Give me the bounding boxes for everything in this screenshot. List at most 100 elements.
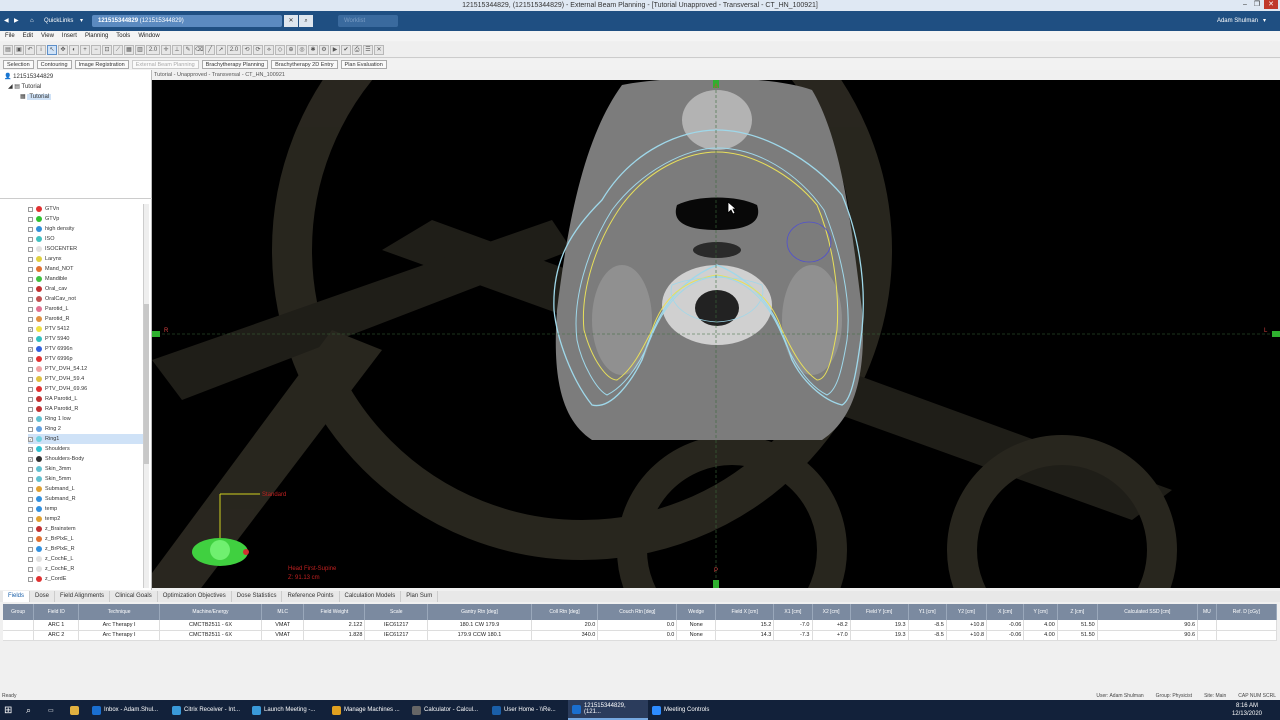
structure-row[interactable]: temp	[28, 504, 144, 514]
table-cell[interactable]: 19.3	[850, 620, 909, 631]
workspace-external-beam[interactable]: External Beam Planning	[131, 60, 199, 69]
structure-row[interactable]: Mandible	[28, 274, 144, 284]
menu-file[interactable]: File	[5, 31, 15, 41]
structure-visibility-checkbox[interactable]	[28, 496, 33, 502]
quicklinks-button[interactable]: QuickLinks	[44, 15, 73, 27]
table-cell[interactable]: 179.9 CCW 180.1	[427, 630, 532, 641]
table-cell[interactable]: 20.0	[531, 620, 599, 631]
column-header[interactable]: Y1 [cm]	[908, 604, 947, 620]
close-button[interactable]: ✕	[1264, 0, 1278, 9]
structure-visibility-checkbox[interactable]	[28, 486, 33, 492]
menu-view[interactable]: View	[41, 31, 54, 41]
table-cell[interactable]	[3, 630, 35, 641]
tab-fields[interactable]: Fields	[3, 591, 31, 602]
table-cell[interactable]: 180.1 CW 179.9	[427, 620, 532, 631]
workspace-contouring[interactable]: Contouring	[36, 60, 72, 69]
structure-list-scrollbar[interactable]	[143, 204, 149, 588]
structure-visibility-checkbox[interactable]	[28, 296, 33, 302]
table-cell[interactable]: 1.828	[303, 630, 366, 641]
crosshair-icon[interactable]: ✛	[161, 44, 171, 55]
workspace-brachy-planning[interactable]: Brachytherapy Planning	[201, 60, 269, 69]
back-icon[interactable]: ◀	[4, 15, 9, 27]
forward-icon[interactable]: ▶	[14, 15, 19, 27]
table-cell[interactable]: ARC 2	[33, 630, 80, 641]
line-icon[interactable]: ╱	[205, 44, 215, 55]
ruler-icon[interactable]: ⊥	[172, 44, 182, 55]
search-taskbar-icon[interactable]: ⌕	[22, 700, 44, 720]
table-cell[interactable]: -7.3	[773, 630, 813, 641]
taskbar-app-button[interactable]: Meeting Controls	[648, 700, 718, 720]
structure-row[interactable]: high density	[28, 224, 144, 234]
workspace-brachy-2d[interactable]: Brachytherapy 2D Entry	[271, 60, 338, 69]
structure-row[interactable]: z_CochE_R	[28, 564, 144, 574]
table-cell[interactable]: 0.0	[597, 620, 678, 631]
table-cell[interactable]: ARC 1	[33, 620, 80, 631]
table-cell[interactable]: CMCTB2511 - 6X	[159, 630, 263, 641]
structure-row[interactable]: z_BrPlxE_R	[28, 544, 144, 554]
structure-row[interactable]: temp2	[28, 514, 144, 524]
table-cell[interactable]: 19.3	[850, 630, 909, 641]
column-header[interactable]: Machine/Energy	[159, 604, 263, 620]
structure-visibility-checkbox[interactable]	[28, 376, 33, 382]
structure-row[interactable]: Larynx	[28, 254, 144, 264]
structure-visibility-checkbox[interactable]: ✓	[28, 446, 33, 452]
menu-tools[interactable]: Tools	[116, 31, 130, 41]
table-cell[interactable]: 4.00	[1023, 630, 1058, 641]
column-header[interactable]: Y [cm]	[1023, 604, 1058, 620]
open-icon[interactable]: ▤	[3, 44, 13, 55]
table-cell[interactable]: 14.3	[715, 630, 775, 641]
table-cell[interactable]: Arc Therapy I	[78, 630, 160, 641]
structure-visibility-checkbox[interactable]	[28, 516, 33, 522]
tab-calculation-models[interactable]: Calculation Models	[340, 591, 402, 602]
workspace-plan-evaluation[interactable]: Plan Evaluation	[340, 60, 387, 69]
structure-row[interactable]: PTV_DVH_54.12	[28, 364, 144, 374]
column-header[interactable]: Y2 [cm]	[946, 604, 988, 620]
course-expand-icon[interactable]: ◢	[8, 84, 13, 90]
zoom-value-1[interactable]: 2.0	[146, 44, 160, 55]
structure-visibility-checkbox[interactable]	[28, 216, 33, 222]
table-cell[interactable]	[1197, 620, 1217, 631]
table-cell[interactable]: 15.2	[715, 620, 775, 631]
structure-visibility-checkbox[interactable]	[28, 406, 33, 412]
table-cell[interactable]: -7.0	[773, 620, 813, 631]
table-cell[interactable]: VMAT	[261, 620, 305, 631]
tab-clinical-goals[interactable]: Clinical Goals	[110, 591, 158, 602]
arrow-icon[interactable]: ➚	[216, 44, 226, 55]
tab-plan-sum[interactable]: Plan Sum	[401, 591, 439, 602]
window-level-icon[interactable]: ◐	[69, 44, 79, 55]
structure-visibility-checkbox[interactable]: ✓	[28, 416, 33, 422]
structure-row[interactable]: ISO	[28, 234, 144, 244]
taskbar-app-button[interactable]: Inbox - Adam.Shul...	[88, 700, 168, 720]
info-icon[interactable]: i	[36, 44, 46, 55]
structure-visibility-checkbox[interactable]	[28, 286, 33, 292]
table-cell[interactable]: -0.06	[986, 620, 1025, 631]
structure-visibility-checkbox[interactable]	[28, 246, 33, 252]
taskbar-app-button[interactable]: Manage Machines ...	[328, 700, 408, 720]
search-icon[interactable]: ⌕	[299, 15, 313, 27]
table-cell[interactable]: +10.8	[946, 630, 988, 641]
isocenter-icon[interactable]: ⊕	[286, 44, 296, 55]
structure-row[interactable]: Mand_NOT	[28, 264, 144, 274]
start-icon[interactable]: ⊞	[0, 700, 22, 720]
tab-dose-statistics[interactable]: Dose Statistics	[232, 591, 283, 602]
dose-icon[interactable]: ✱	[308, 44, 318, 55]
table-cell[interactable]: 51.50	[1057, 630, 1098, 641]
reset-icon[interactable]: ⟳	[253, 44, 263, 55]
menu-window[interactable]: Window	[138, 31, 159, 41]
table-cell[interactable]: -8.5	[908, 630, 947, 641]
measure-icon[interactable]: ⟋	[113, 44, 123, 55]
table-cell[interactable]: IEC61217	[364, 620, 429, 631]
scrollbar-thumb[interactable]	[144, 304, 149, 464]
structure-row[interactable]: ✓ PTV 6996p	[28, 354, 144, 364]
zoom-in-icon[interactable]: +	[80, 44, 90, 55]
taskbar-app-button[interactable]: User Home - \\Re...	[488, 700, 568, 720]
structure-visibility-checkbox[interactable]: ✓	[28, 346, 33, 352]
column-header[interactable]: X [cm]	[986, 604, 1025, 620]
plan-node[interactable]: ▦ Tutorial	[20, 92, 52, 102]
delete-icon[interactable]: ✕	[374, 44, 384, 55]
structure-visibility-checkbox[interactable]	[28, 266, 33, 272]
structure-row[interactable]: ISOCENTER	[28, 244, 144, 254]
structure-visibility-checkbox[interactable]	[28, 256, 33, 262]
column-header[interactable]: Wedge	[676, 604, 716, 620]
structure-visibility-checkbox[interactable]	[28, 276, 33, 282]
